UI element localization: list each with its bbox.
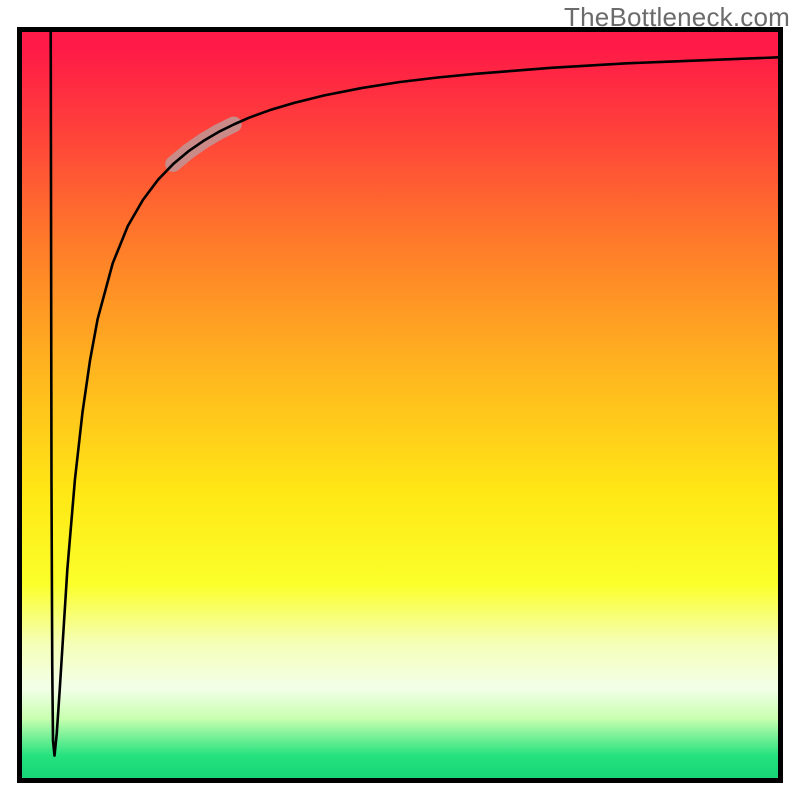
gradient-background [22, 32, 778, 778]
watermark-text: TheBottleneck.com [564, 2, 790, 33]
chart-container: TheBottleneck.com [0, 0, 800, 800]
chart-svg [0, 0, 800, 800]
